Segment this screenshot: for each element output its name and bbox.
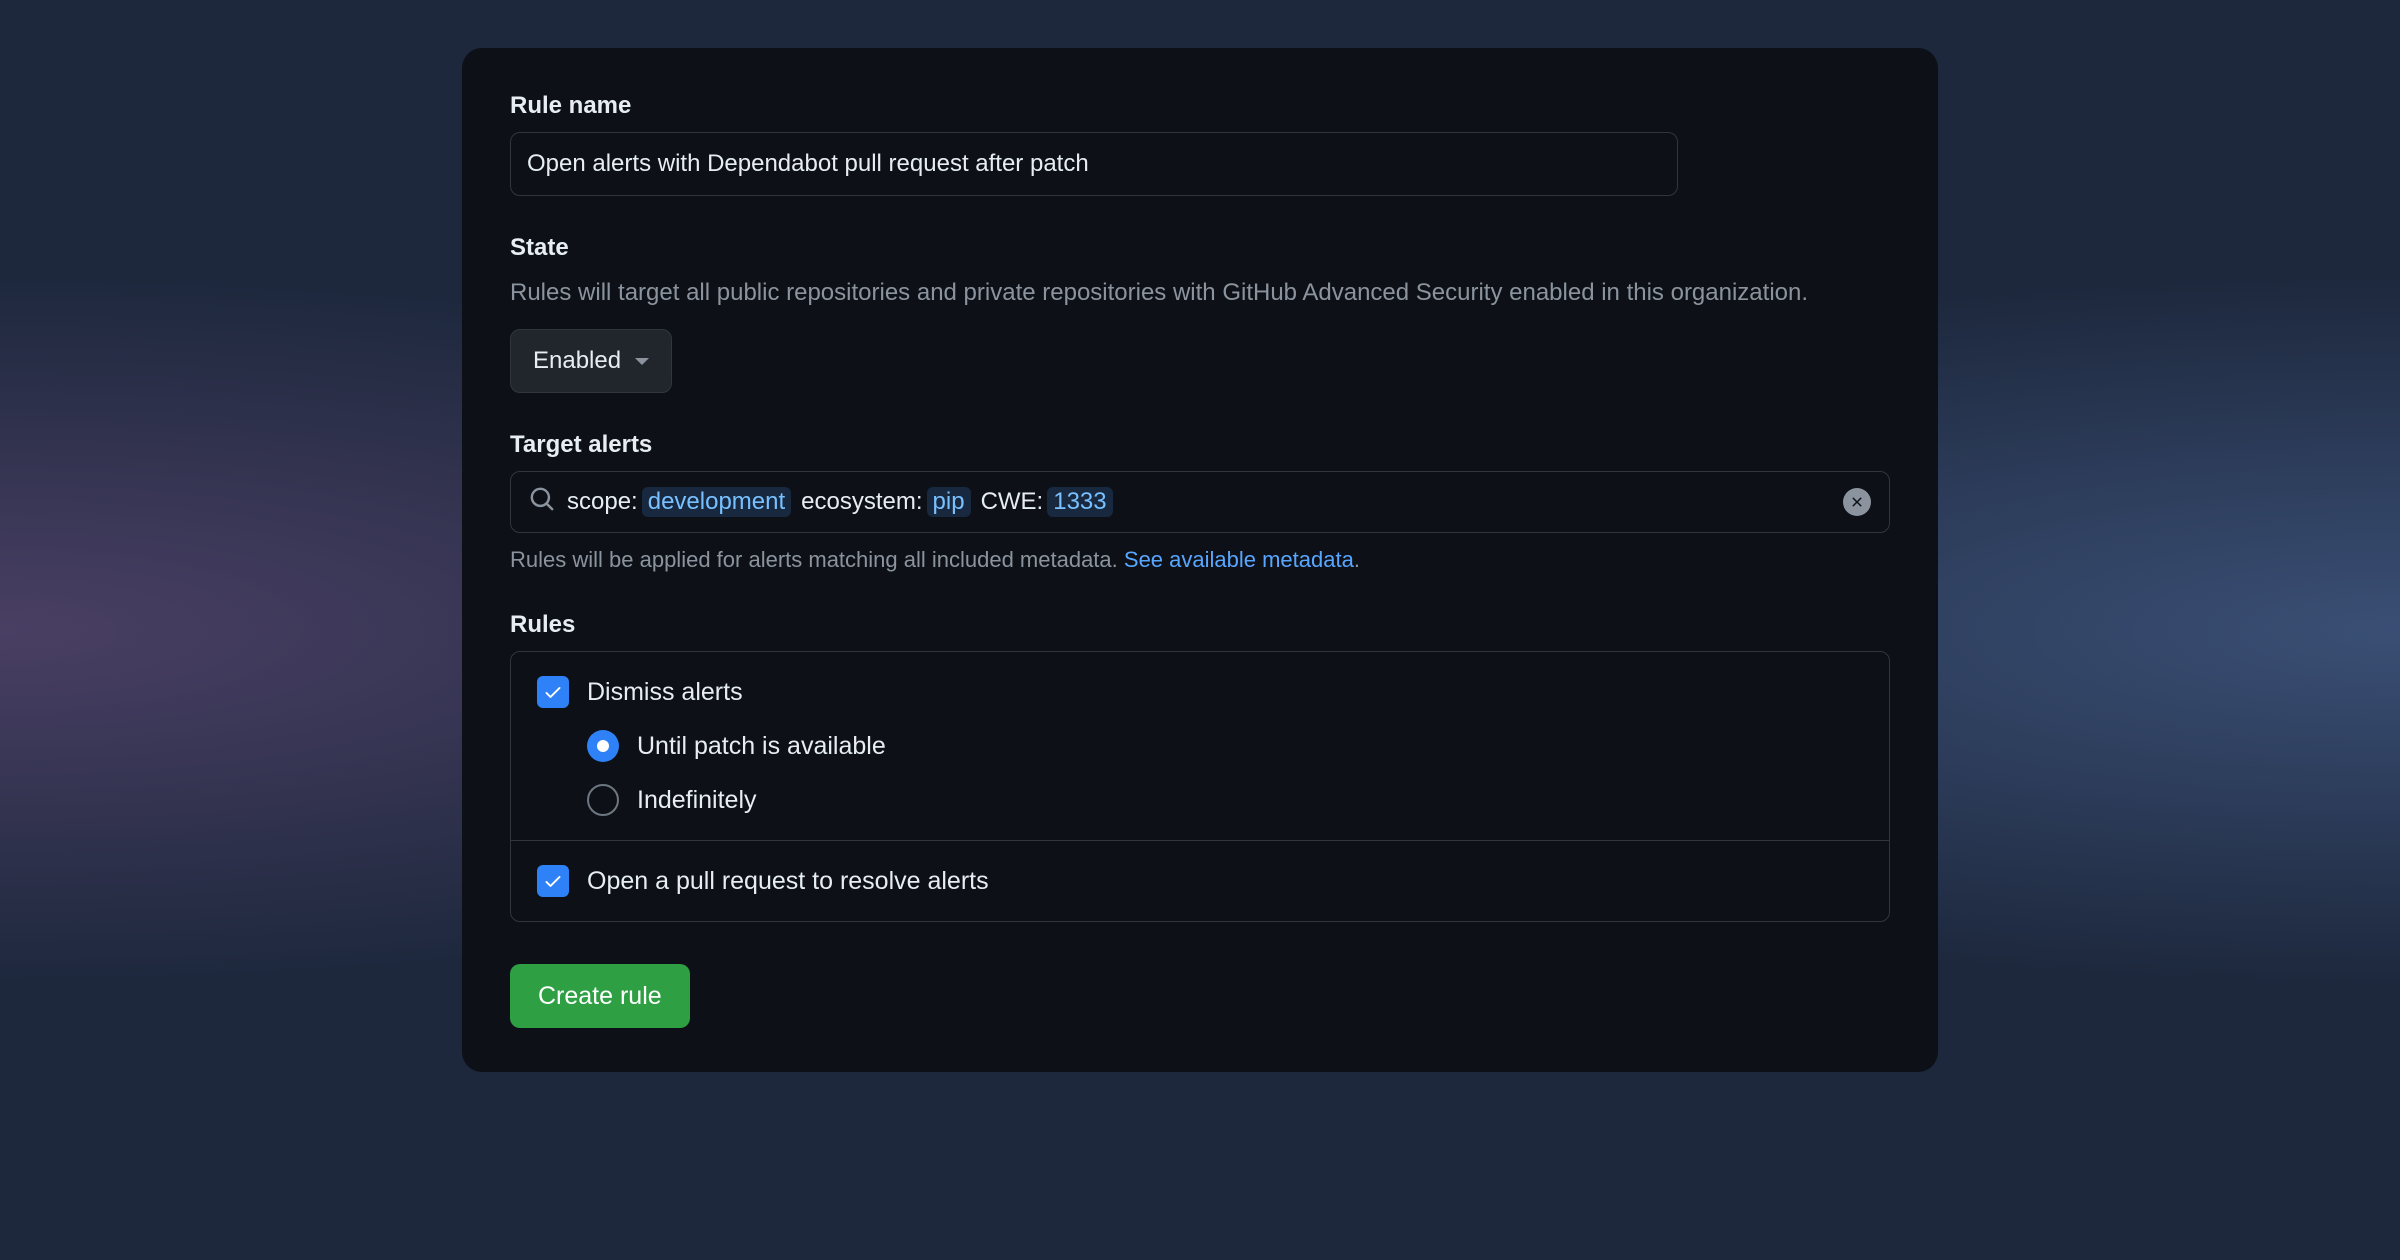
filter-token-scope: scope: development <box>567 487 791 517</box>
check-icon <box>543 682 563 702</box>
target-alerts-label: Target alerts <box>510 431 1890 459</box>
dismiss-alerts-label: Dismiss alerts <box>587 678 743 707</box>
filter-token-ecosystem: ecosystem: pip <box>801 487 970 517</box>
state-selected-value: Enabled <box>533 347 621 375</box>
rules-label: Rules <box>510 611 1890 639</box>
dismiss-options-group: Until patch is available Indefinitely <box>587 730 1863 816</box>
open-pr-section: Open a pull request to resolve alerts <box>511 840 1889 921</box>
target-alerts-group: Target alerts scope: development ecosyst… <box>510 431 1890 573</box>
state-description: Rules will target all public repositorie… <box>510 274 1890 311</box>
indefinitely-label: Indefinitely <box>637 786 757 815</box>
state-label: State <box>510 234 1890 262</box>
close-icon <box>1849 494 1865 510</box>
dismiss-alerts-checkbox[interactable] <box>537 676 569 708</box>
open-pr-checkbox[interactable] <box>537 865 569 897</box>
rule-name-label: Rule name <box>510 92 1890 120</box>
rule-name-group: Rule name <box>510 92 1890 196</box>
rules-group: Rules Dismiss alerts Until patch is avai… <box>510 611 1890 922</box>
indefinitely-row: Indefinitely <box>587 784 1863 816</box>
target-alerts-search[interactable]: scope: development ecosystem: pip CWE: 1… <box>510 471 1890 533</box>
clear-filters-button[interactable] <box>1843 488 1871 516</box>
target-alerts-helper: Rules will be applied for alerts matchin… <box>510 547 1890 573</box>
dismiss-alerts-section: Dismiss alerts Until patch is available … <box>511 652 1889 840</box>
dismiss-alerts-row: Dismiss alerts <box>537 676 1863 708</box>
available-metadata-link[interactable]: See available metadata <box>1124 547 1354 572</box>
check-icon <box>543 871 563 891</box>
open-pr-label: Open a pull request to resolve alerts <box>587 867 989 896</box>
rules-box: Dismiss alerts Until patch is available … <box>510 651 1890 922</box>
until-patch-row: Until patch is available <box>587 730 1863 762</box>
filter-token-cwe: CWE: 1333 <box>981 487 1113 517</box>
rule-form-panel: Rule name State Rules will target all pu… <box>462 48 1938 1072</box>
create-rule-button[interactable]: Create rule <box>510 964 690 1028</box>
chevron-down-icon <box>635 358 649 365</box>
until-patch-label: Until patch is available <box>637 732 886 761</box>
state-dropdown[interactable]: Enabled <box>510 329 672 393</box>
open-pr-row: Open a pull request to resolve alerts <box>537 865 1863 897</box>
filter-tokens: scope: development ecosystem: pip CWE: 1… <box>567 487 1831 517</box>
search-icon <box>529 486 555 519</box>
until-patch-radio[interactable] <box>587 730 619 762</box>
state-group: State Rules will target all public repos… <box>510 234 1890 393</box>
indefinitely-radio[interactable] <box>587 784 619 816</box>
rule-name-input[interactable] <box>510 132 1678 196</box>
